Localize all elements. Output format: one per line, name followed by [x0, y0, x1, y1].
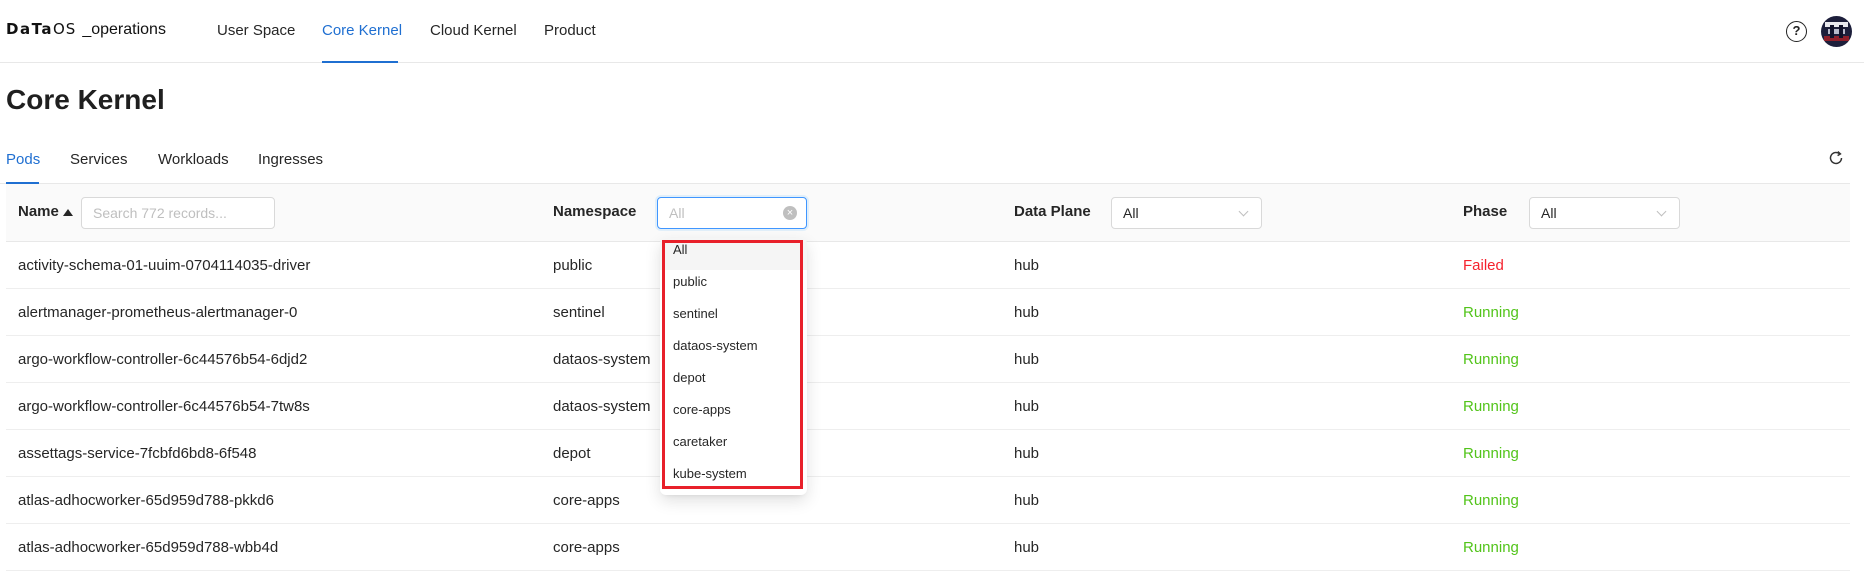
pod-data-plane: hub [1014, 351, 1040, 368]
dropdown-option[interactable]: depot [660, 366, 807, 398]
resource-tabs: Pods Services Workloads Ingresses [0, 140, 1850, 184]
logo-brand-thin: OS [53, 20, 77, 38]
pod-data-plane: hub [1014, 257, 1040, 274]
data-plane-filter-select[interactable]: All [1111, 197, 1262, 229]
dropdown-option[interactable]: sentinel [660, 302, 807, 334]
dropdown-option[interactable]: kube-system [660, 462, 807, 494]
pod-namespace: public [553, 257, 593, 274]
dropdown-option[interactable]: caretaker [660, 430, 807, 462]
chevron-down-icon [1238, 206, 1249, 217]
pod-name: assettags-service-7fcbfd6bd8-6f548 [18, 445, 257, 462]
table-row[interactable]: argo-workflow-controller-6c44576b54-7tw8… [6, 383, 1850, 430]
namespace-filter-placeholder: All [669, 205, 685, 221]
pod-data-plane: hub [1014, 539, 1040, 556]
question-circle-icon[interactable]: ? [1786, 21, 1807, 42]
table-row[interactable]: atlas-adhocworker-65d959d788-wbb4d core-… [6, 524, 1850, 571]
dataos-logo[interactable]: DaTa OS _operations [6, 20, 166, 42]
namespace-filter-select[interactable]: All × [657, 197, 807, 229]
table-header: Name Namespace All × Data Plane All Phas… [6, 184, 1850, 242]
pod-name: argo-workflow-controller-6c44576b54-6djd… [18, 351, 308, 368]
tab-services[interactable]: Services [70, 140, 128, 184]
namespace-dropdown-menu: All public sentinel dataos-system depot … [660, 238, 807, 495]
refresh-icon[interactable] [1827, 149, 1845, 167]
dropdown-option[interactable]: All [660, 238, 807, 270]
column-header-phase: Phase [1463, 203, 1508, 220]
tab-pods[interactable]: Pods [6, 140, 40, 184]
chevron-down-icon [1656, 206, 1667, 217]
pod-namespace: depot [553, 445, 591, 462]
table-row[interactable]: atlas-adhocworker-65d959d788-pkkd6 core-… [6, 477, 1850, 524]
pod-data-plane: hub [1014, 304, 1040, 321]
nav-core-kernel[interactable]: Core Kernel [322, 0, 402, 63]
pod-name: alertmanager-prometheus-alertmanager-0 [18, 304, 298, 321]
pod-namespace: core-apps [553, 539, 620, 556]
tab-workloads[interactable]: Workloads [158, 140, 229, 184]
pod-namespace: dataos-system [553, 351, 651, 368]
logo-suffix: _operations [82, 21, 166, 38]
dropdown-option[interactable]: core-apps [660, 398, 807, 430]
pod-phase: Running [1463, 304, 1519, 321]
table-row[interactable]: activity-schema-01-uuim-0704114035-drive… [6, 242, 1850, 289]
dropdown-option[interactable]: dataos-system [660, 334, 807, 366]
page-title: Core Kernel [6, 84, 165, 115]
pod-data-plane: hub [1014, 492, 1040, 509]
pod-name: atlas-adhocworker-65d959d788-pkkd6 [18, 492, 274, 509]
pod-namespace: dataos-system [553, 398, 651, 415]
nav-product[interactable]: Product [544, 0, 596, 63]
pod-phase: Running [1463, 445, 1519, 462]
pod-namespace: sentinel [553, 304, 605, 321]
table-row[interactable]: alertmanager-prometheus-alertmanager-0 s… [6, 289, 1850, 336]
tab-ingresses[interactable]: Ingresses [258, 140, 323, 184]
pod-data-plane: hub [1014, 398, 1040, 415]
pod-phase: Failed [1463, 257, 1504, 274]
nav-user-space[interactable]: User Space [217, 0, 295, 63]
table-row[interactable]: argo-workflow-controller-6c44576b54-6djd… [6, 336, 1850, 383]
pods-table: Name Namespace All × Data Plane All Phas… [6, 184, 1850, 571]
sort-ascending-icon[interactable] [63, 209, 73, 216]
pod-namespace: core-apps [553, 492, 620, 509]
column-header-namespace: Namespace [553, 203, 637, 220]
nav-cloud-kernel[interactable]: Cloud Kernel [430, 0, 517, 63]
search-input[interactable] [81, 197, 275, 229]
pod-phase: Running [1463, 398, 1519, 415]
pod-phase: Running [1463, 351, 1519, 368]
clear-icon[interactable]: × [783, 206, 797, 220]
user-avatar[interactable] [1821, 16, 1852, 47]
pod-phase: Running [1463, 539, 1519, 556]
pod-data-plane: hub [1014, 445, 1040, 462]
top-navigation-bar: DaTa OS _operations User Space Core Kern… [0, 0, 1864, 63]
pod-phase: Running [1463, 492, 1519, 509]
data-plane-filter-value: All [1123, 205, 1139, 221]
pod-name: atlas-adhocworker-65d959d788-wbb4d [18, 539, 279, 556]
table-row[interactable]: assettags-service-7fcbfd6bd8-6f548 depot… [6, 430, 1850, 477]
column-header-name[interactable]: Name [18, 203, 59, 220]
pod-name: argo-workflow-controller-6c44576b54-7tw8… [18, 398, 310, 415]
pod-name: activity-schema-01-uuim-0704114035-drive… [18, 257, 311, 274]
column-header-data-plane: Data Plane [1014, 203, 1091, 220]
logo-brand-bold: DaTa [6, 20, 53, 38]
phase-filter-select[interactable]: All [1529, 197, 1680, 229]
dropdown-option[interactable]: public [660, 270, 807, 302]
phase-filter-value: All [1541, 205, 1557, 221]
